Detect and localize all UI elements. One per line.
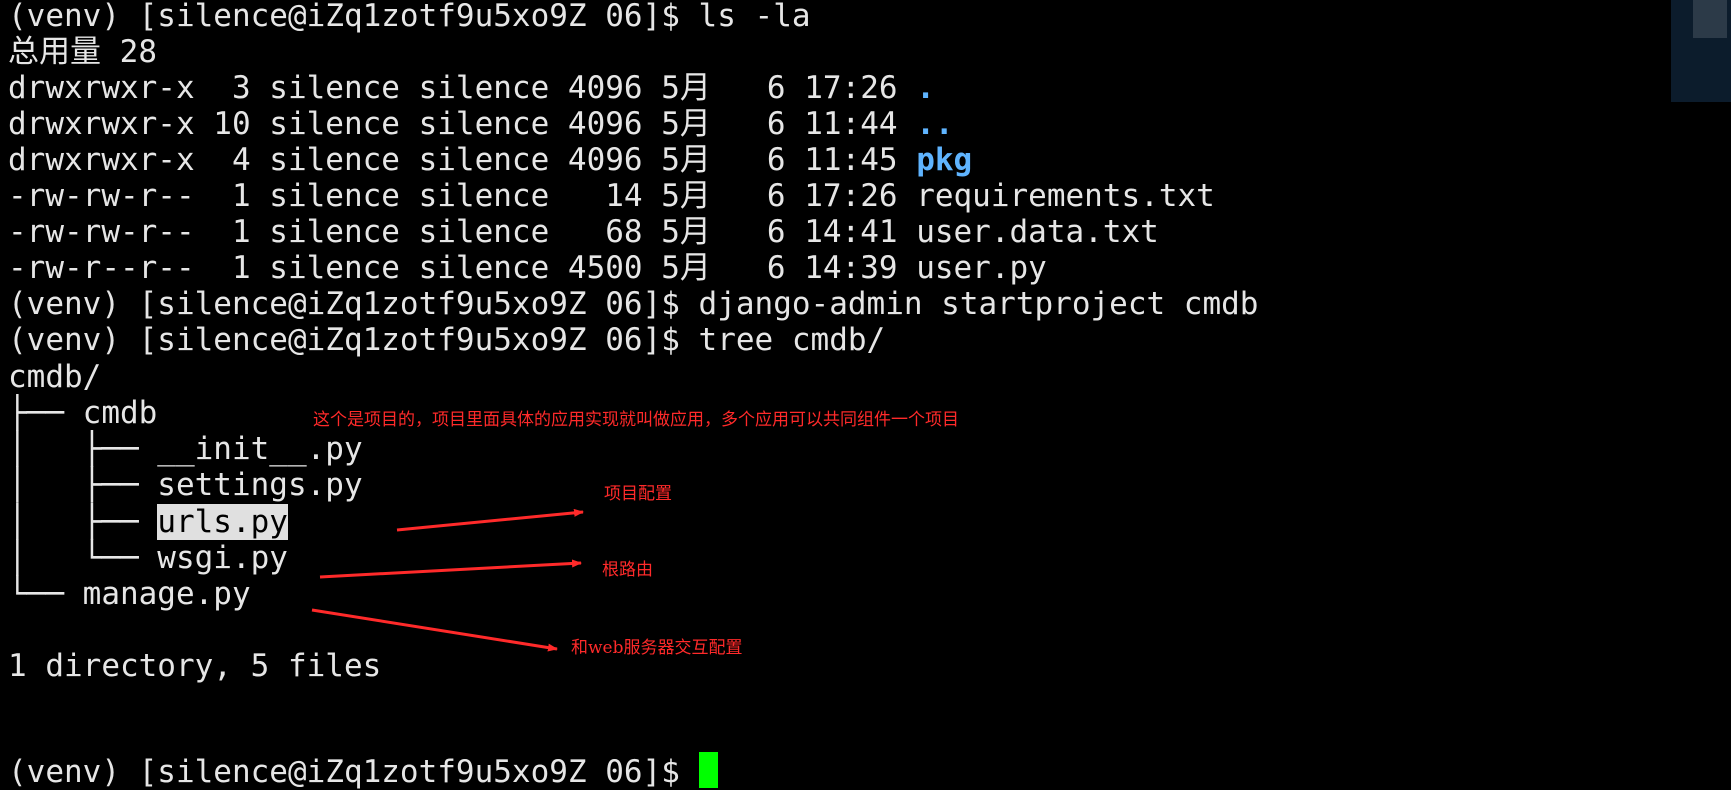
scrollbar-thumb[interactable] [1693,0,1727,38]
annotation-arrows [311,508,584,652]
arrow-urls [319,559,582,579]
scrollbar-track[interactable] [1671,0,1731,102]
arrow-settings [396,508,584,532]
terminal-window[interactable]: (venv) [silence@iZq1zotf9u5xo9Z 06]$ ls … [0,0,1731,790]
arrow-wsgi [311,608,558,652]
